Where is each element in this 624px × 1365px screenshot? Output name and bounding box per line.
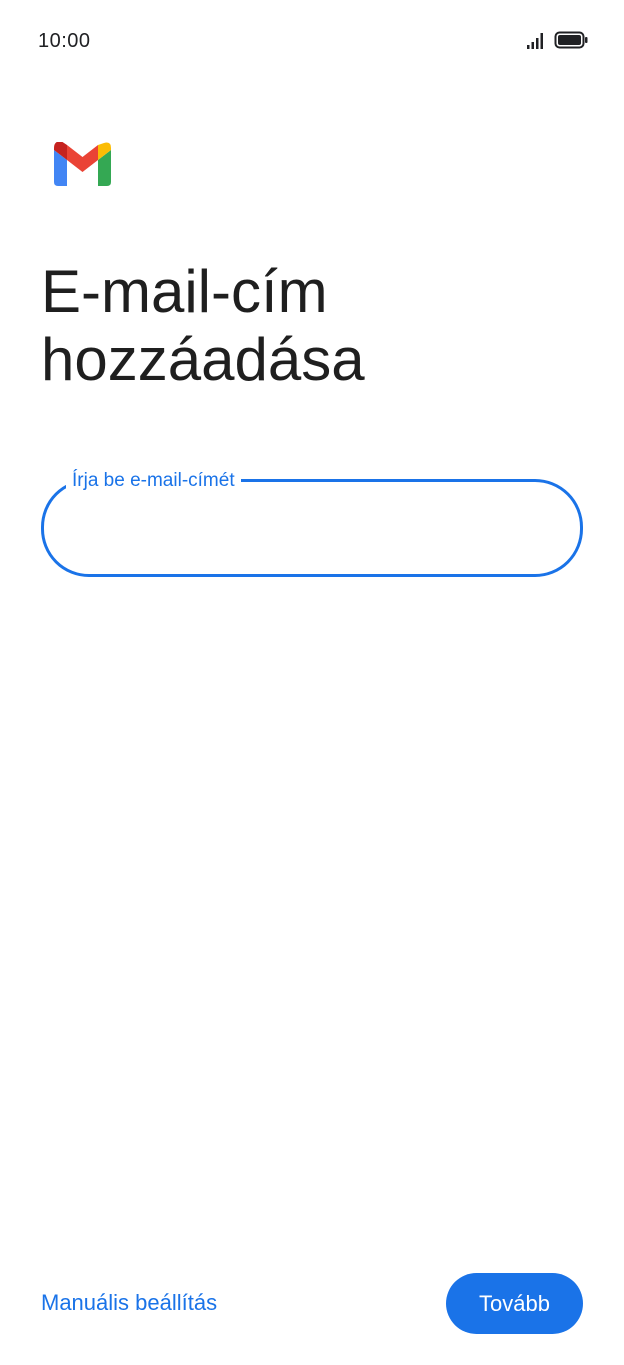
status-icons	[526, 30, 588, 50]
signal-icon	[527, 33, 543, 49]
email-field-label: Írja be e-mail-címét	[66, 470, 241, 492]
status-time: 10:00	[38, 30, 91, 52]
gmail-logo	[54, 142, 111, 186]
page-title: E-mail-cím hozzáadása	[41, 258, 365, 393]
battery-icon	[554, 31, 588, 49]
next-button[interactable]: Tovább	[446, 1273, 583, 1334]
status-bar: 10:00	[0, 0, 624, 84]
manual-setup-link[interactable]: Manuális beállítás	[41, 1290, 217, 1316]
email-input[interactable]	[70, 512, 554, 548]
email-field[interactable]: Írja be e-mail-címét	[41, 470, 583, 577]
